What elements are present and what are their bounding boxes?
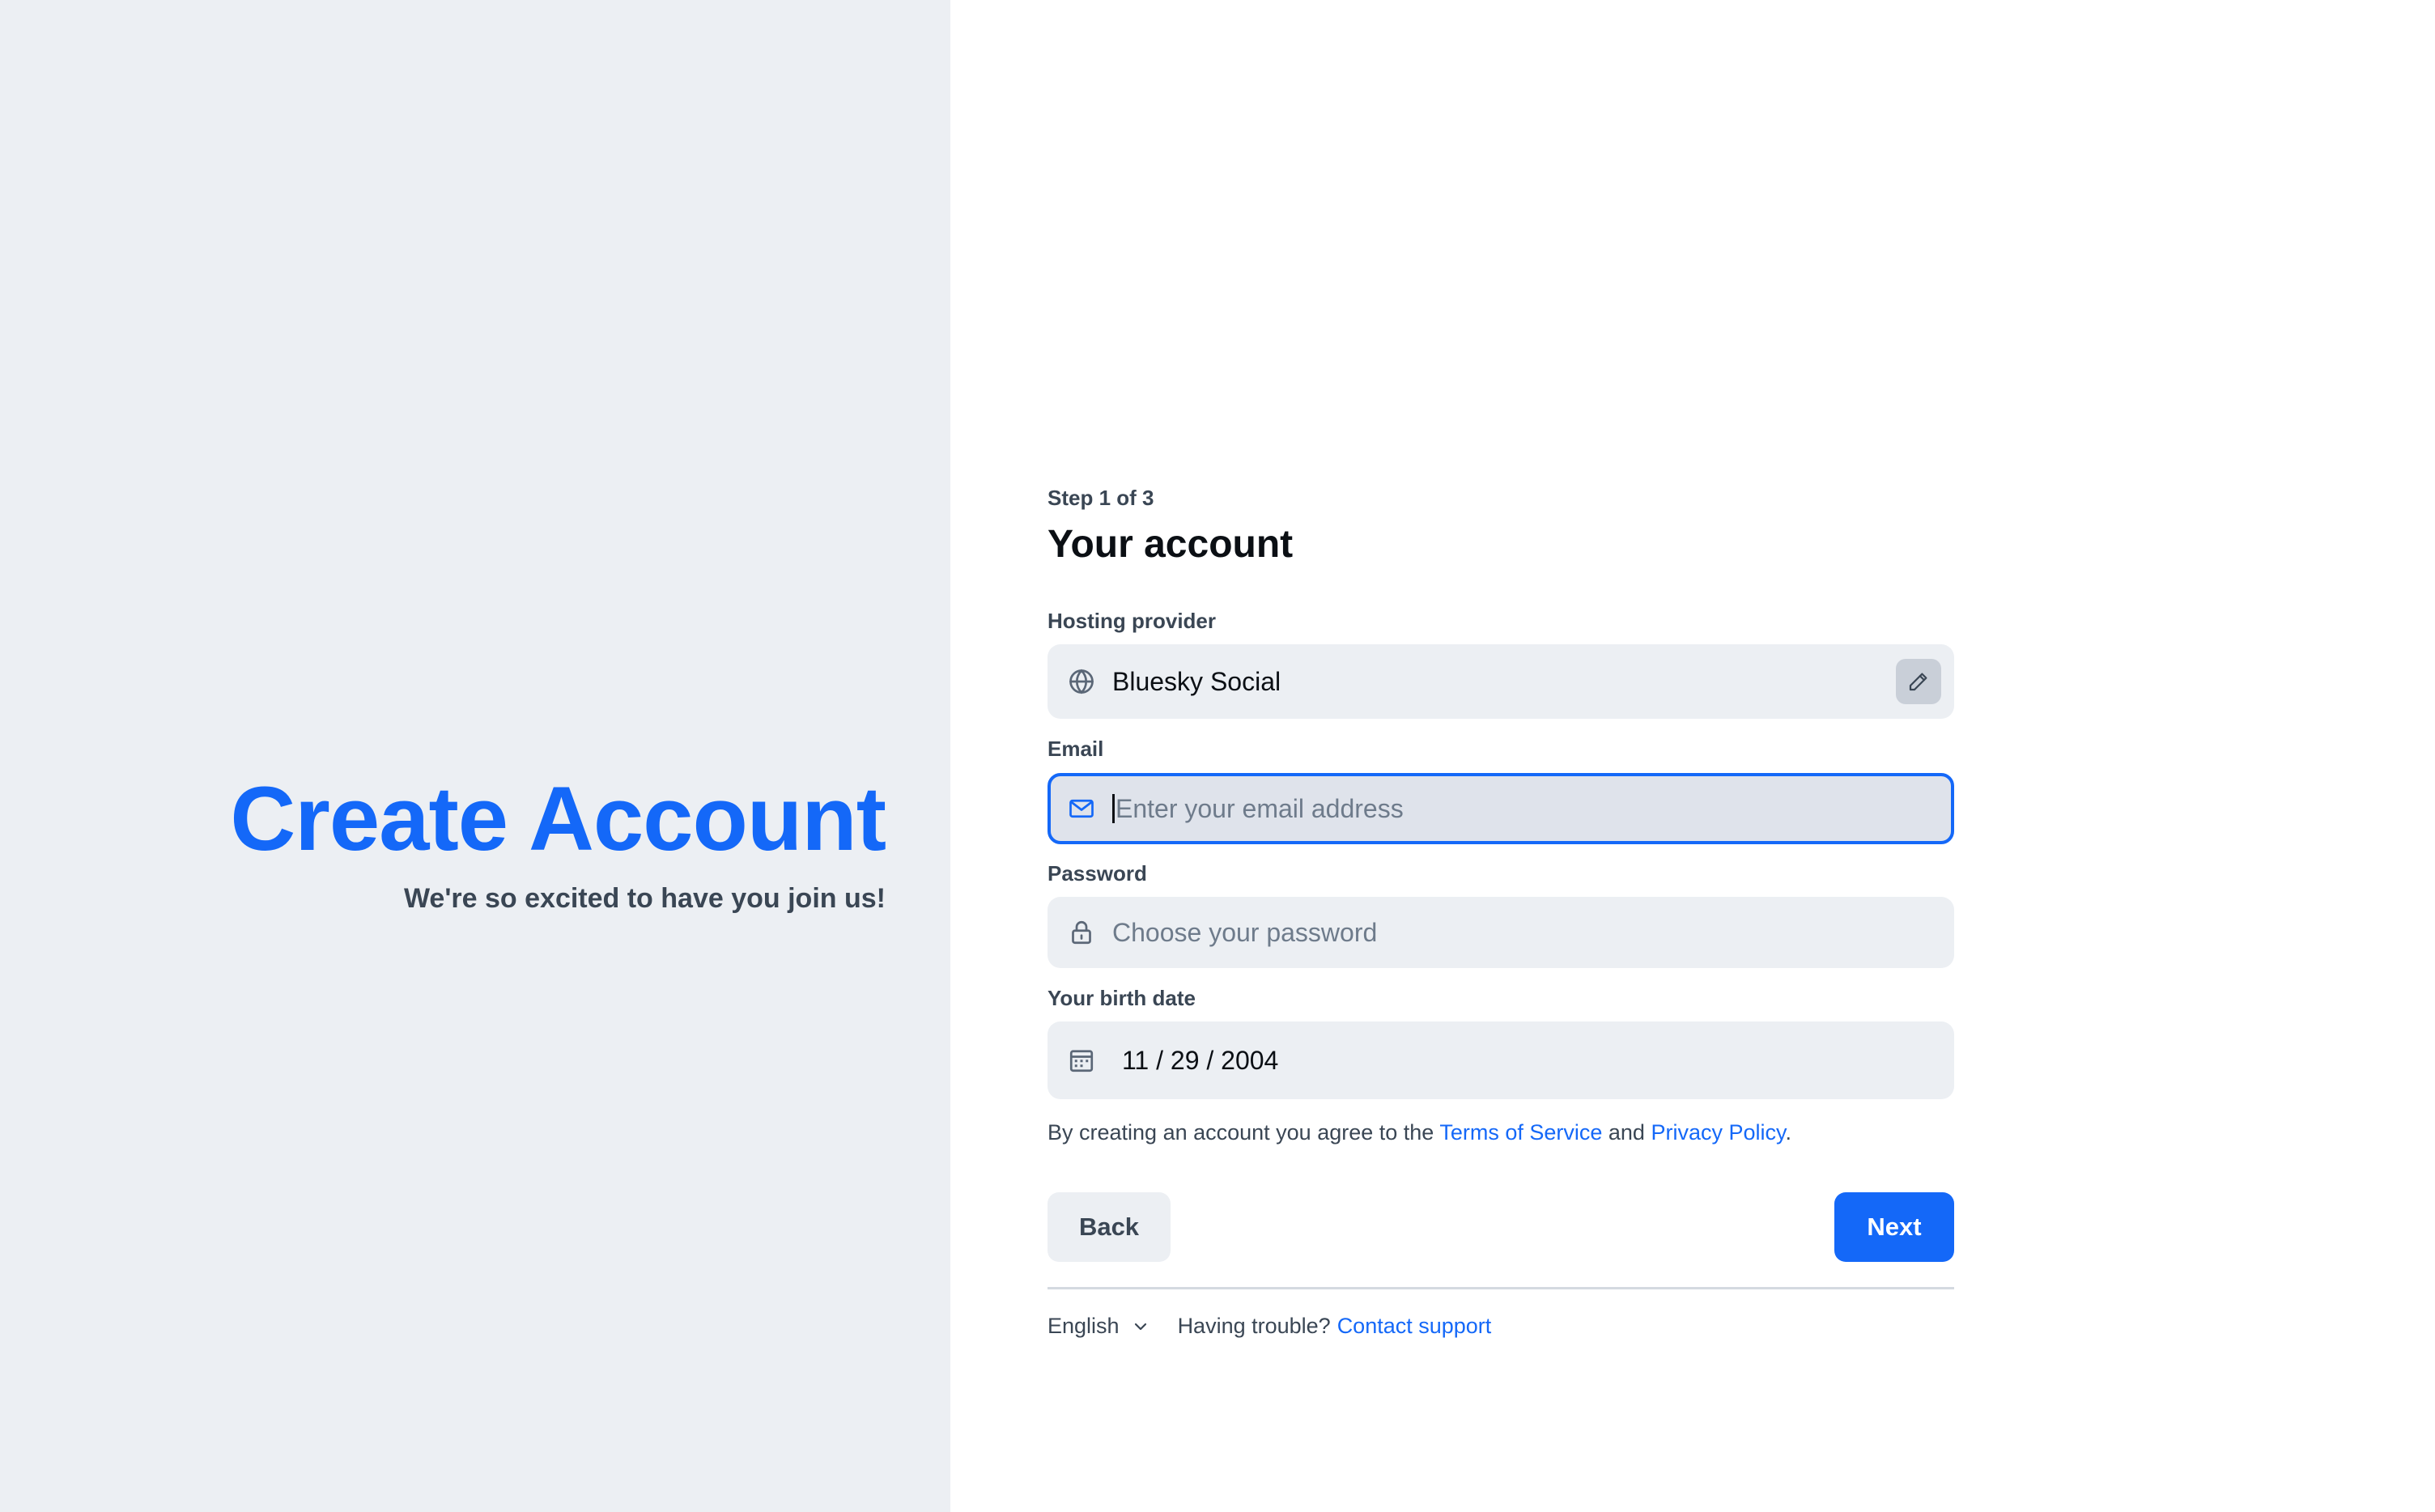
chevron-down-icon <box>1131 1317 1150 1336</box>
hero: Create Account We're so excited to have … <box>230 769 886 915</box>
hosting-provider-value: Bluesky Social <box>1112 666 1281 696</box>
lock-icon <box>1067 918 1096 947</box>
terms-of-service-link[interactable]: Terms of Service <box>1439 1120 1602 1145</box>
password-placeholder: Choose your password <box>1112 917 1378 947</box>
hero-title: Create Account <box>230 768 886 869</box>
legal-suffix: . <box>1785 1120 1792 1145</box>
hosting-provider-field[interactable]: Bluesky Social <box>1048 644 1954 719</box>
globe-icon <box>1067 667 1096 696</box>
trouble-text: Having trouble? <box>1177 1314 1331 1338</box>
birthdate-label: Your birth date <box>1048 986 1196 1010</box>
language-selector[interactable]: English <box>1048 1314 1150 1339</box>
birthdate-field[interactable]: 11 / 29 / 2004 <box>1048 1021 1954 1099</box>
password-field[interactable]: Choose your password <box>1048 897 1954 968</box>
contact-support-link[interactable]: Contact support <box>1337 1314 1492 1339</box>
birthdate-value: 11 / 29 / 2004 <box>1122 1045 1279 1075</box>
back-button[interactable]: Back <box>1048 1192 1171 1262</box>
legal-and: and <box>1602 1120 1651 1145</box>
legal-text: By creating an account you agree to the … <box>1048 1120 1791 1145</box>
text-caret <box>1112 794 1115 823</box>
legal-prefix: By creating an account you agree to the <box>1048 1120 1440 1145</box>
divider <box>1048 1287 1954 1289</box>
email-placeholder: Enter your email address <box>1116 793 1404 823</box>
password-label: Password <box>1048 861 1147 886</box>
hero-subtitle: We're so excited to have you join us! <box>403 883 886 915</box>
form-title: Your account <box>1048 523 1294 566</box>
envelope-icon <box>1067 794 1096 823</box>
email-field[interactable]: Enter your email address <box>1048 773 1954 844</box>
next-button[interactable]: Next <box>1834 1192 1954 1262</box>
signup-form: Step 1 of 3 Your account <box>1048 486 1954 567</box>
hosting-provider-label: Hosting provider <box>1048 609 1217 633</box>
footer: English Having trouble? Contact support <box>1048 1314 1491 1339</box>
email-label: Email <box>1048 737 1104 761</box>
step-indicator: Step 1 of 3 <box>1048 486 1154 510</box>
edit-hosting-button[interactable] <box>1896 659 1941 704</box>
privacy-policy-link[interactable]: Privacy Policy <box>1651 1120 1785 1145</box>
pencil-icon <box>1906 669 1931 694</box>
language-value: English <box>1048 1314 1120 1338</box>
calendar-icon <box>1067 1046 1096 1075</box>
left-panel: Create Account We're so excited to have … <box>0 0 950 1512</box>
